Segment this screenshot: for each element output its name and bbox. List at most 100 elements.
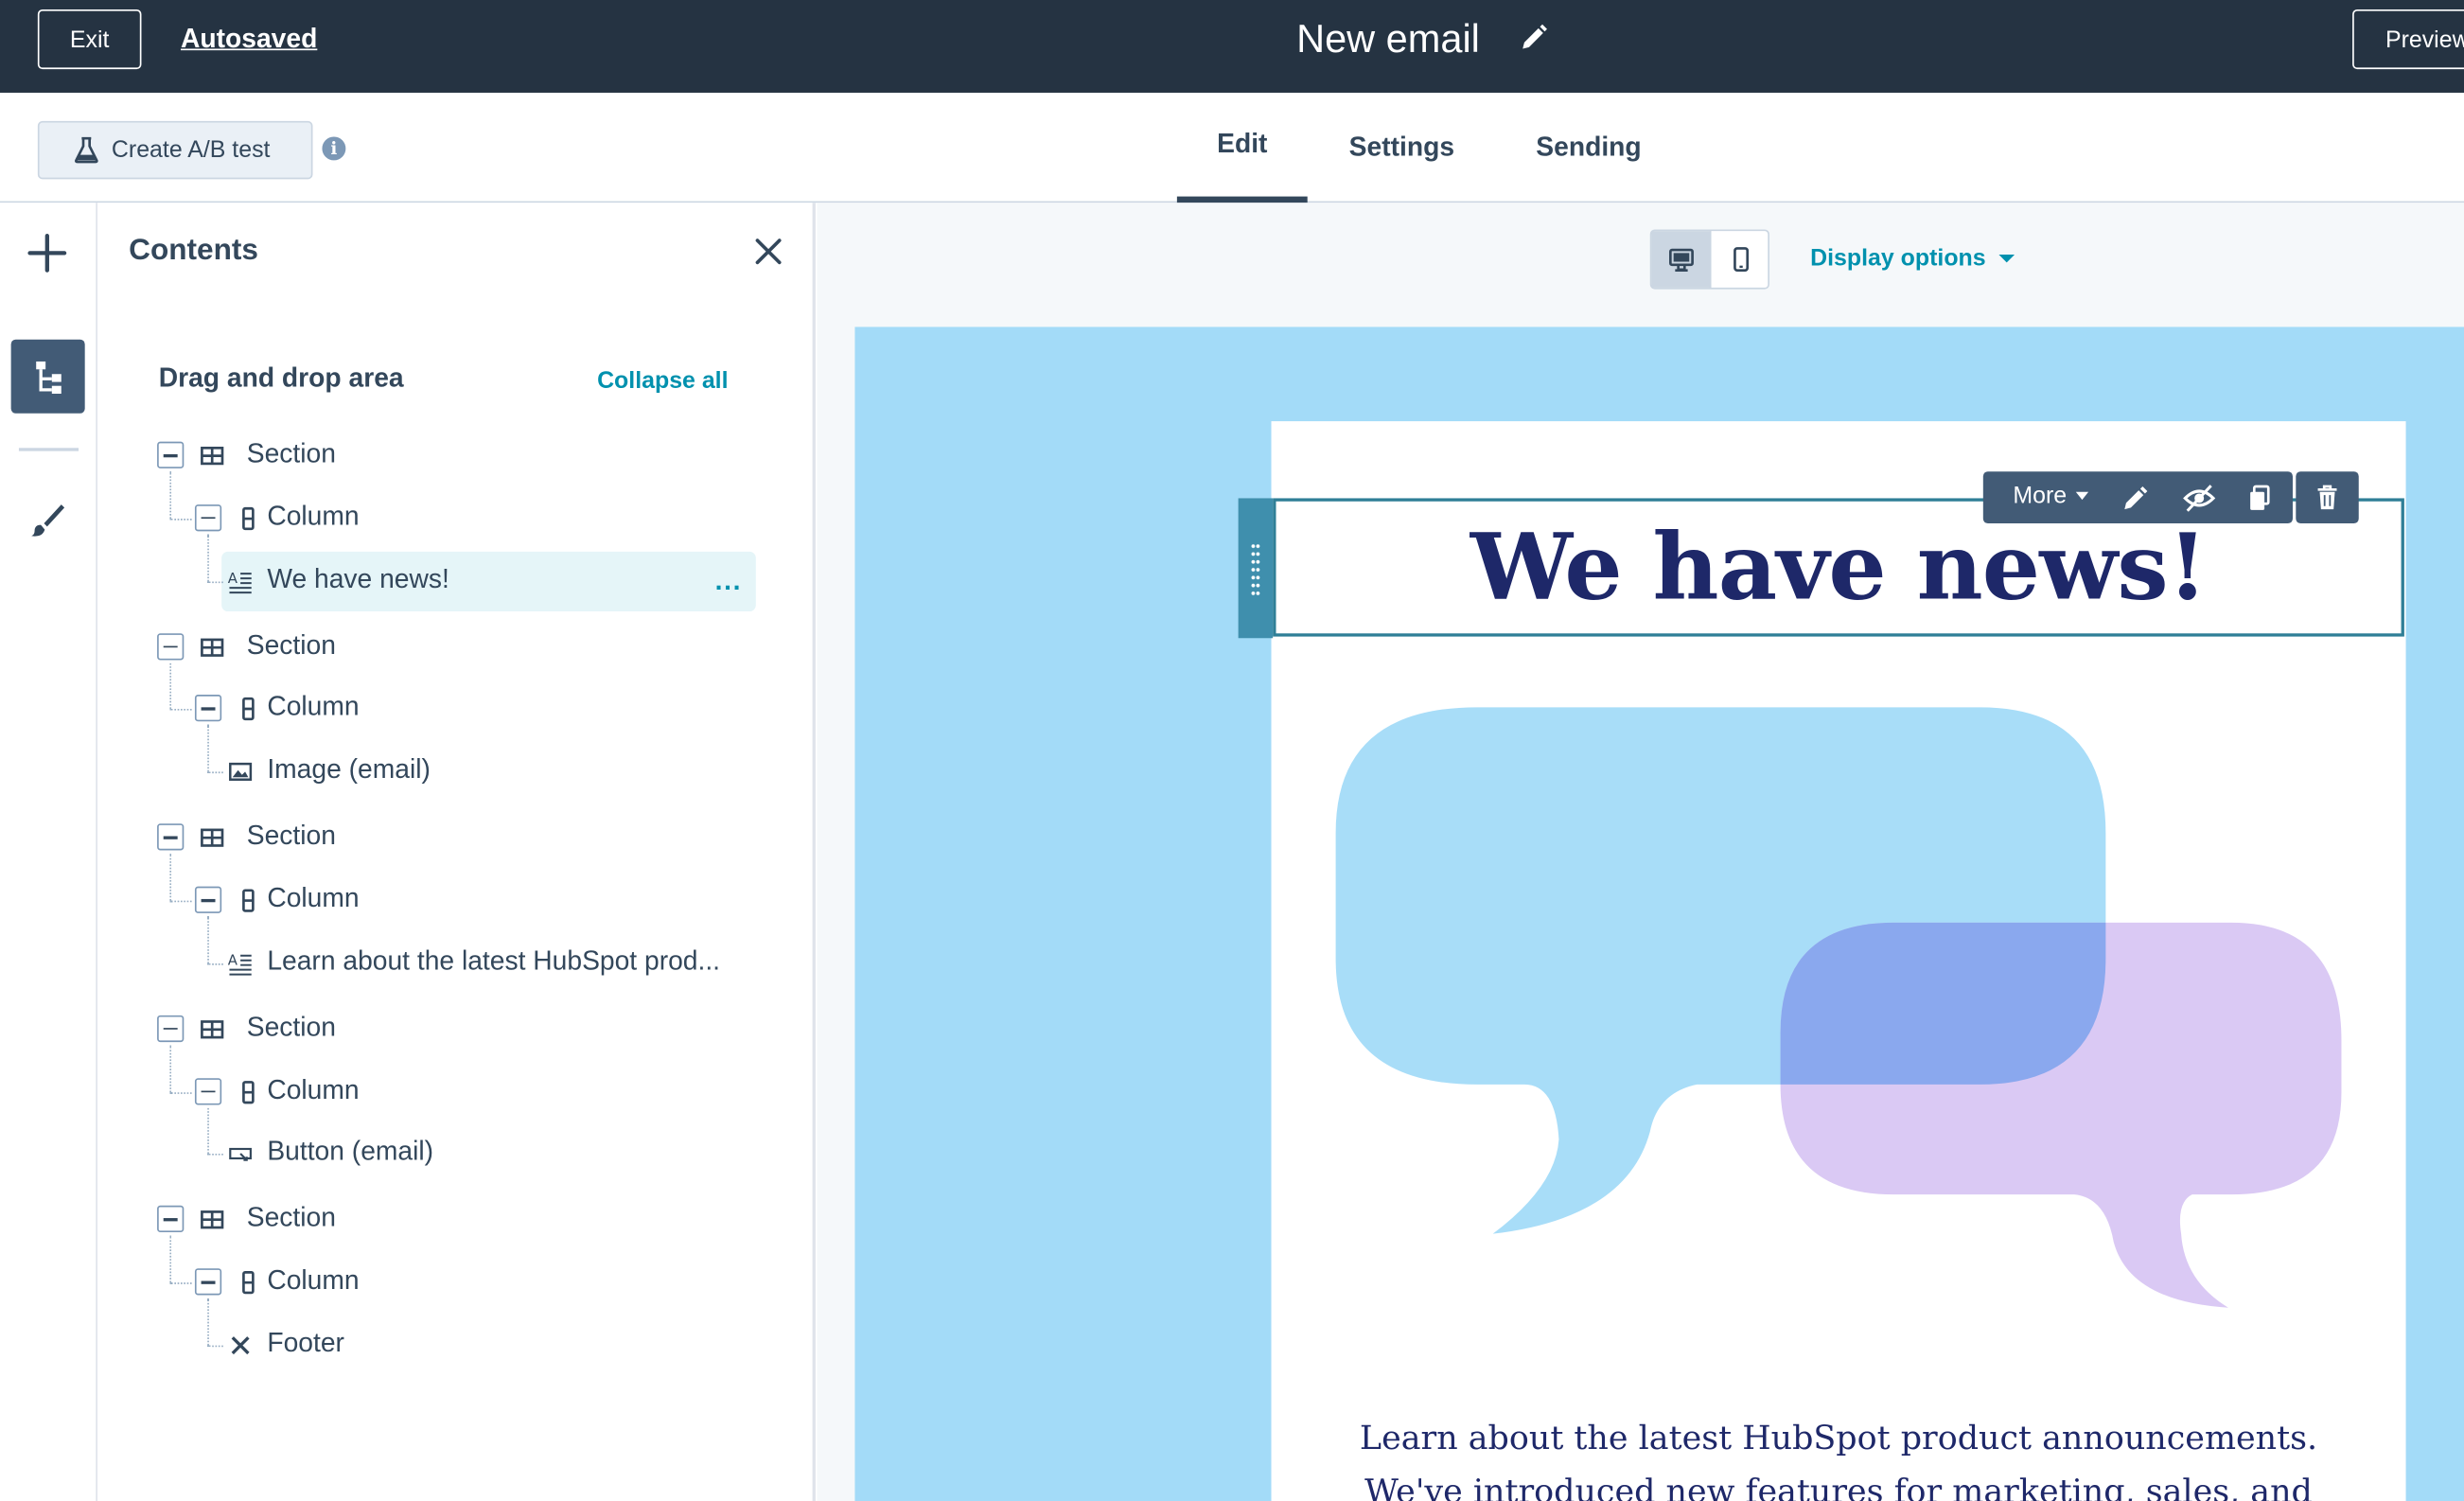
display-options-label: Display options — [1810, 245, 1986, 273]
tree-connector — [207, 580, 223, 583]
speech-bubbles-image[interactable] — [1320, 692, 2357, 1320]
tree-connector — [169, 900, 192, 903]
tree-connector — [169, 709, 192, 712]
tree-item-column[interactable]: Column — [267, 1265, 359, 1297]
tree-connector — [169, 471, 172, 519]
tree-connector — [207, 1154, 223, 1157]
tab-sending[interactable]: Sending — [1524, 93, 1653, 203]
tree-connector — [207, 1107, 209, 1155]
column-collapse-toggle[interactable] — [194, 1268, 222, 1296]
tree-connector — [169, 1282, 192, 1285]
mobile-view-button[interactable] — [1712, 231, 1769, 288]
rail-divider — [18, 448, 79, 451]
rich-text-icon: A — [228, 951, 252, 976]
footer-icon — [231, 1336, 250, 1355]
exit-button[interactable]: Exit — [37, 9, 142, 70]
chevron-down-icon — [1998, 255, 2015, 263]
row-more-button[interactable]: ... — [715, 566, 743, 597]
panel-title: Contents — [129, 234, 258, 268]
column-icon — [242, 889, 255, 912]
tree-connector — [169, 1091, 192, 1094]
tab-settings[interactable]: Settings — [1336, 93, 1469, 203]
flask-icon — [75, 136, 98, 164]
create-ab-test-button[interactable]: Create A/B test — [37, 120, 313, 180]
tree-item-section[interactable]: Section — [247, 629, 336, 661]
contents-tree-button[interactable] — [10, 339, 85, 414]
tree-connector — [169, 518, 192, 521]
preview-button[interactable]: Preview — [2352, 9, 2464, 70]
tree-connector — [207, 771, 223, 774]
hide-eye-icon[interactable] — [2183, 483, 2216, 514]
tree-connector — [207, 1298, 209, 1346]
brush-icon[interactable] — [28, 502, 66, 539]
delete-module-button[interactable] — [2296, 471, 2359, 524]
tree-icon — [35, 361, 61, 394]
column-collapse-toggle[interactable] — [194, 1077, 222, 1104]
section-icon — [201, 446, 224, 466]
section-collapse-toggle[interactable] — [157, 1015, 185, 1042]
tree-item-column[interactable]: Column — [267, 1074, 359, 1105]
tree-connector — [169, 854, 172, 901]
tree-item-module[interactable]: Learn about the latest HubSpot prod... — [267, 945, 720, 977]
section-icon — [201, 637, 224, 657]
tree-connector — [169, 1235, 172, 1283]
desktop-view-button[interactable] — [1651, 231, 1712, 288]
mobile-icon — [1733, 247, 1749, 272]
section-collapse-toggle[interactable] — [157, 1206, 185, 1233]
tree-connector — [207, 916, 209, 963]
clone-icon[interactable] — [2247, 485, 2273, 513]
trash-icon — [2317, 485, 2337, 510]
section-collapse-toggle[interactable] — [157, 823, 185, 851]
module-more-label: More — [2013, 482, 2068, 510]
column-collapse-toggle[interactable] — [194, 503, 222, 531]
svg-text:A: A — [228, 951, 238, 968]
drag-drop-area-label: Drag and drop area — [158, 362, 404, 394]
edit-pencil-icon[interactable] — [2121, 485, 2150, 513]
tree-item-column[interactable]: Column — [267, 692, 359, 723]
tab-edit[interactable]: Edit — [1176, 93, 1308, 203]
tree-connector — [207, 725, 209, 772]
display-options-dropdown[interactable]: Display options — [1810, 245, 2015, 273]
section-icon — [201, 1210, 224, 1230]
add-icon[interactable] — [26, 231, 70, 275]
section-collapse-toggle[interactable] — [157, 441, 185, 468]
tree-item-module[interactable]: Button (email) — [267, 1137, 433, 1168]
module-more-button[interactable]: More — [2013, 482, 2089, 510]
pencil-icon[interactable] — [1518, 22, 1549, 53]
tree-item-section[interactable]: Section — [247, 438, 336, 469]
section-icon — [201, 828, 224, 848]
collapse-all-link[interactable]: Collapse all — [597, 368, 728, 395]
image-icon — [229, 763, 253, 782]
close-icon[interactable] — [752, 236, 783, 267]
email-paragraph[interactable]: Learn about the latest HubSpot product a… — [1308, 1411, 2370, 1501]
tree-connector — [207, 1345, 223, 1348]
device-toggle — [1649, 229, 1769, 290]
tree-item-column[interactable]: Column — [267, 501, 359, 532]
tree-item-section[interactable]: Section — [247, 1012, 336, 1043]
svg-text:A: A — [228, 569, 238, 586]
editor-toolbar: Create A/B test i Edit Settings Sending — [0, 92, 2464, 203]
tree-connector — [169, 1045, 172, 1092]
tree-item-module[interactable]: Footer — [267, 1328, 344, 1359]
section-collapse-toggle[interactable] — [157, 632, 185, 660]
left-rail — [0, 203, 97, 1501]
rich-text-icon: A — [228, 569, 252, 593]
create-ab-test-label: Create A/B test — [111, 136, 271, 164]
email-title: New email — [1296, 17, 1480, 62]
tree-item-module[interactable]: We have news! — [267, 564, 449, 595]
tree-item-module[interactable]: Image (email) — [267, 754, 431, 786]
column-collapse-toggle[interactable] — [194, 695, 222, 722]
autosaved-link[interactable]: Autosaved — [181, 24, 317, 55]
column-icon — [242, 698, 255, 721]
tree-item-section[interactable]: Section — [247, 821, 336, 852]
column-collapse-toggle[interactable] — [194, 886, 222, 913]
tree-item-section[interactable]: Section — [247, 1203, 336, 1234]
caret-down-icon — [2076, 491, 2089, 501]
desktop-icon — [1668, 247, 1694, 272]
button-icon — [229, 1148, 252, 1162]
info-icon[interactable]: i — [322, 136, 346, 161]
tree-item-column[interactable]: Column — [267, 883, 359, 914]
top-bar: Exit Autosaved New email Preview — [0, 0, 2464, 93]
column-icon — [242, 1271, 255, 1295]
contents-panel: Contents Drag and drop area Collapse all — [97, 203, 816, 1501]
